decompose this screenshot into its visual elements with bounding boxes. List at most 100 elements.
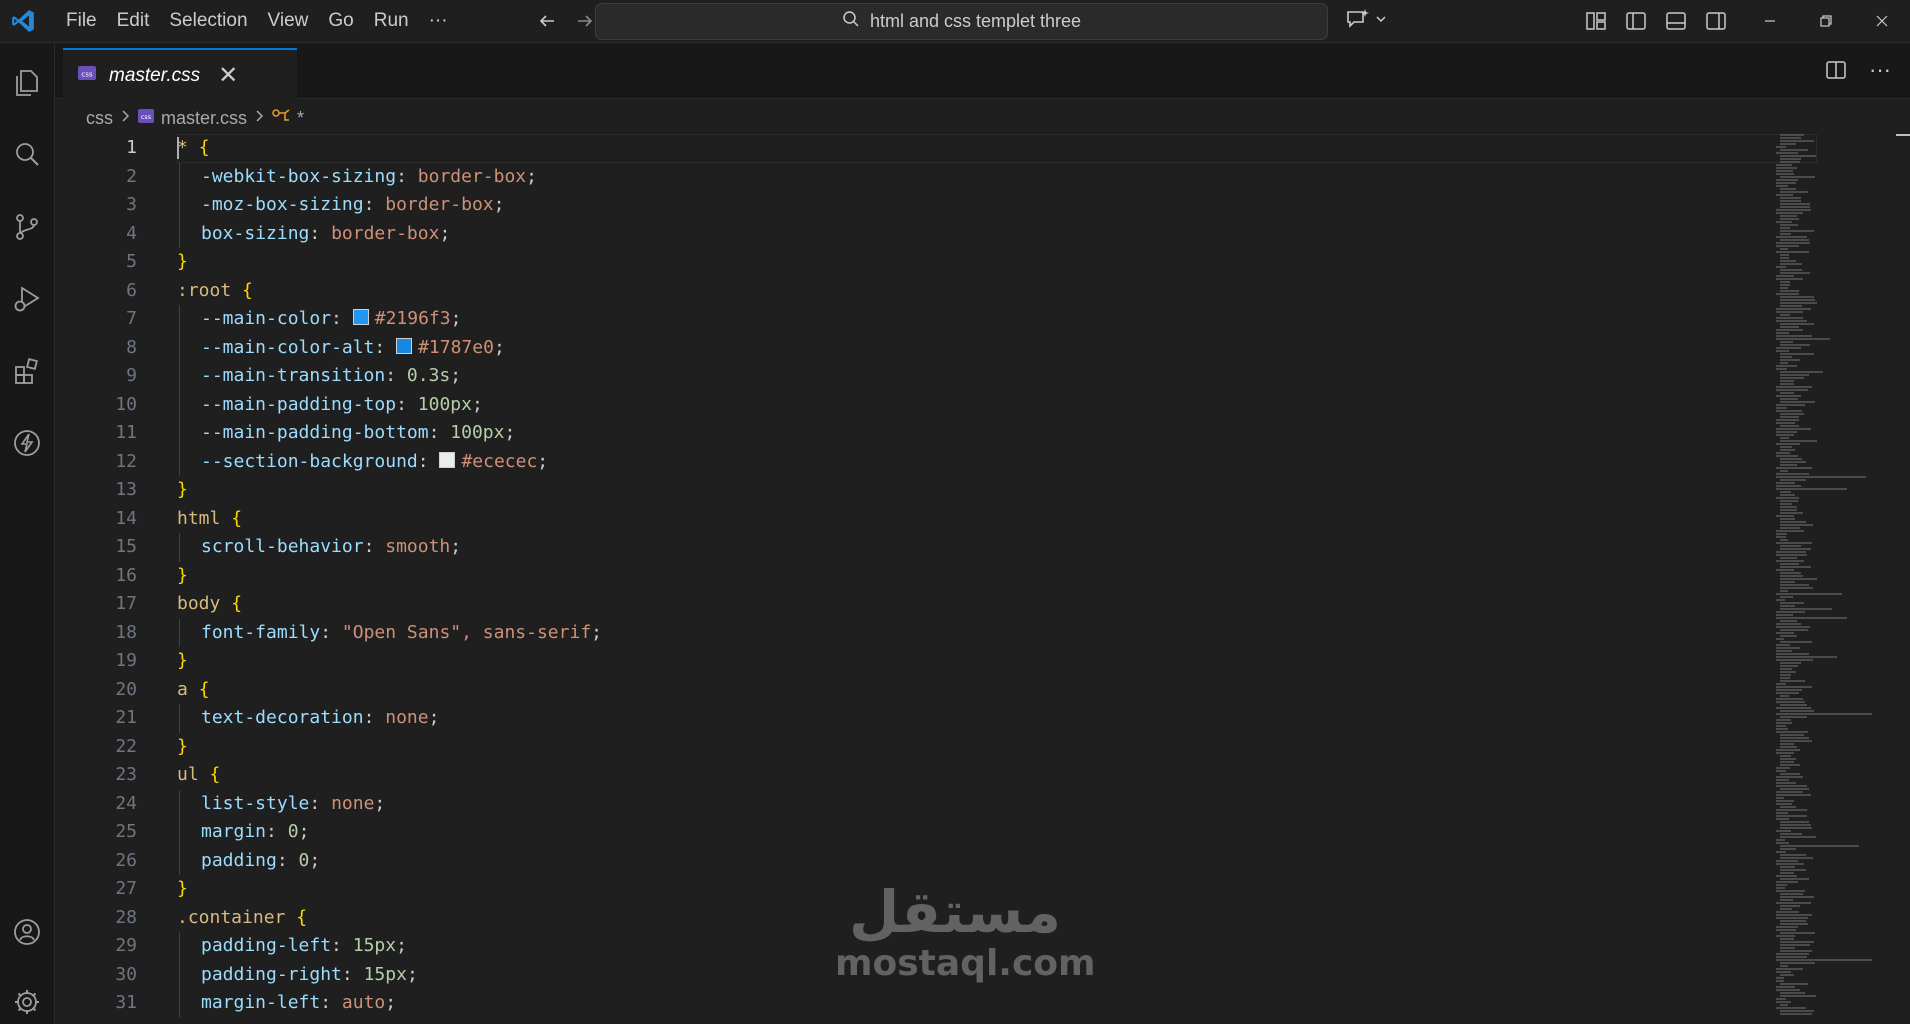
minimap-line — [1780, 704, 1807, 706]
more-actions-button[interactable]: ··· — [1864, 55, 1896, 85]
copilot-button[interactable] — [1344, 5, 1388, 37]
menu-file[interactable]: File — [56, 4, 107, 38]
breadcrumb-symbol[interactable]: * — [297, 108, 304, 129]
tab-master-css[interactable]: css master.css ✕ — [63, 48, 297, 101]
minimap-line — [1776, 536, 1786, 538]
explorer-icon[interactable] — [7, 63, 47, 103]
customize-layout-icon[interactable] — [1580, 5, 1612, 37]
minimap-line — [1780, 932, 1815, 934]
minimap-line — [1776, 686, 1812, 688]
indent-guide — [179, 960, 201, 989]
minimap-line — [1780, 539, 1788, 541]
css-selector: a — [177, 678, 199, 700]
accounts-icon[interactable] — [7, 912, 47, 952]
back-arrow-icon[interactable] — [528, 6, 566, 36]
minimap[interactable] — [1776, 134, 1896, 1024]
menu-run[interactable]: Run — [364, 4, 419, 38]
minimap-line — [1780, 224, 1798, 226]
code-line: --section-background: #ececec; — [177, 447, 1817, 476]
minimap-line — [1780, 869, 1806, 871]
extensions-icon[interactable] — [7, 351, 47, 391]
minimap-line — [1780, 374, 1809, 376]
minimap-line — [1776, 800, 1794, 802]
minimap-line — [1780, 284, 1790, 286]
minimap-line — [1780, 479, 1806, 481]
menu-edit[interactable]: Edit — [107, 4, 160, 38]
code-line: text-decoration: none; — [177, 704, 1817, 733]
split-editor-icon[interactable] — [1820, 55, 1852, 85]
minimap-line — [1780, 260, 1796, 262]
css-property: scroll-behavior — [201, 536, 364, 557]
minimap-line — [1780, 437, 1789, 439]
line-number: 6 — [126, 279, 137, 301]
source-control-icon[interactable] — [7, 207, 47, 247]
colon: : — [385, 365, 407, 386]
menu-go[interactable]: Go — [318, 4, 363, 38]
css-selector: html — [177, 507, 232, 529]
close-icon[interactable] — [1854, 0, 1910, 42]
indent-guide — [179, 191, 201, 220]
indent-guide — [179, 789, 201, 818]
css-property: margin-left — [201, 992, 321, 1013]
minimap-line — [1776, 236, 1807, 238]
toggle-secondary-sidebar-icon[interactable] — [1700, 5, 1732, 37]
minimap-line — [1776, 713, 1872, 715]
maximize-icon[interactable] — [1798, 0, 1854, 42]
command-center-search[interactable]: html and css templet three — [595, 3, 1328, 40]
breadcrumb-file[interactable]: master.css — [161, 108, 247, 129]
minimap-line — [1780, 527, 1800, 529]
minimap-line — [1780, 494, 1795, 496]
run-debug-icon[interactable] — [7, 279, 47, 319]
css-selector: * — [177, 137, 199, 158]
minimap-line — [1776, 617, 1847, 619]
menu-view[interactable]: View — [258, 4, 319, 38]
copilot-icon — [1344, 7, 1370, 36]
lightning-icon[interactable] — [7, 423, 47, 463]
minimap-line — [1776, 329, 1803, 331]
minimap-line — [1780, 896, 1814, 898]
line-number: 5 — [126, 251, 137, 272]
minimap-line — [1776, 551, 1806, 553]
css-property: --main-color — [201, 308, 332, 329]
css-value: 15px — [352, 935, 397, 956]
minimap-line — [1776, 407, 1787, 409]
minimap-line — [1776, 851, 1786, 853]
minimap-line — [1780, 383, 1794, 385]
minimap-line — [1776, 146, 1786, 148]
tab-close-button[interactable]: ✕ — [218, 61, 238, 90]
code-line: * { — [177, 134, 1817, 163]
minimap-line — [1776, 986, 1795, 988]
toggle-primary-sidebar-icon[interactable] — [1620, 5, 1652, 37]
minimap-line — [1780, 557, 1797, 559]
css-property: -webkit-box-sizing — [201, 165, 397, 187]
minimap-line — [1780, 359, 1800, 361]
minimap-line — [1776, 530, 1804, 532]
breadcrumb-folder[interactable]: css — [86, 108, 113, 129]
minimap-line — [1776, 914, 1812, 916]
minimap-line — [1776, 209, 1811, 211]
scrollbar-thumb[interactable] — [1896, 134, 1910, 136]
semicolon: ; — [385, 992, 397, 1013]
brace: { — [242, 279, 253, 301]
minimap-line — [1776, 809, 1807, 811]
code-line: --main-color-alt: #1787e0; — [177, 333, 1817, 362]
colon: : — [331, 935, 353, 956]
minimap-line — [1776, 860, 1798, 862]
minimap-line — [1776, 275, 1794, 277]
minimap-line — [1780, 161, 1800, 163]
minimap-line — [1776, 794, 1811, 796]
minimap-line — [1780, 353, 1814, 355]
toggle-panel-icon[interactable] — [1660, 5, 1692, 37]
indent-guide — [179, 162, 201, 191]
menu-selection[interactable]: Selection — [159, 4, 257, 38]
code-line: margin: 0; — [177, 818, 1817, 847]
minimap-line — [1776, 935, 1795, 937]
colon: : — [428, 422, 451, 443]
minimap-line — [1776, 419, 1799, 421]
minimize-icon[interactable] — [1742, 0, 1798, 42]
search-icon[interactable] — [7, 135, 47, 175]
minimap-line — [1780, 512, 1803, 514]
menu-more[interactable]: ··· — [419, 4, 458, 38]
manage-gear-icon[interactable] — [7, 982, 47, 1022]
css-property: text-decoration — [201, 707, 364, 728]
